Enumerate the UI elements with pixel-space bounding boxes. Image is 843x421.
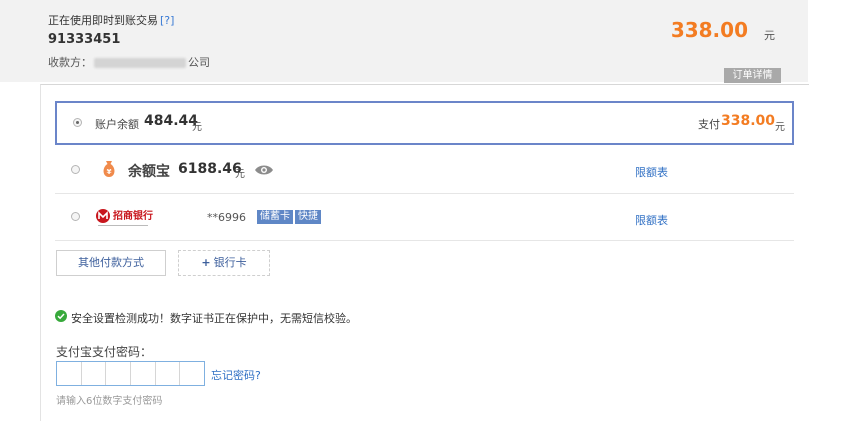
method-cmb-card[interactable]: 招商银行 **6996 储蓄卡 快捷 限额表 bbox=[55, 194, 794, 241]
pay-amount: 338.00 bbox=[720, 113, 775, 129]
pay-label: 支付 bbox=[698, 118, 720, 131]
yuebao-amount: 6188.46 bbox=[178, 161, 242, 177]
password-digit-cell[interactable] bbox=[180, 362, 204, 385]
order-amount: 338.00 bbox=[670, 18, 748, 42]
money-bag-icon: ¥ bbox=[103, 161, 115, 177]
payee-label: 收款方： bbox=[48, 56, 92, 69]
radio-account-balance[interactable] bbox=[73, 118, 82, 127]
order-header: 正在使用即时到账交易 [?] 91333451 收款方： 公司 338.00 元 订… bbox=[0, 0, 808, 83]
payee-name-redacted bbox=[94, 58, 186, 68]
debit-card-tag: 储蓄卡 bbox=[257, 210, 293, 224]
plus-icon: + bbox=[201, 256, 211, 269]
password-digit-cell[interactable] bbox=[131, 362, 156, 385]
yuebao-name: 余额宝 bbox=[128, 164, 170, 180]
payee: 收款方： 公司 bbox=[48, 54, 210, 70]
cmb-card-number: **6996 bbox=[207, 211, 246, 224]
account-balance-label: 账户余额 bbox=[95, 118, 139, 131]
other-payment-methods-button[interactable]: 其他付款方式 bbox=[56, 250, 166, 276]
account-balance-unit: 元 bbox=[192, 122, 202, 133]
quick-pay-tag: 快捷 bbox=[295, 210, 321, 224]
radio-cmb-card[interactable] bbox=[71, 212, 80, 221]
account-balance-amount: 484.44 bbox=[144, 113, 199, 129]
cmb-limit-link[interactable]: 限额表 bbox=[635, 212, 668, 228]
help-link[interactable]: [?] bbox=[160, 14, 174, 27]
cmb-logo-text: 招商银行 bbox=[113, 209, 153, 222]
svg-text:¥: ¥ bbox=[107, 168, 112, 176]
check-circle-icon bbox=[55, 310, 67, 322]
password-digit-cell[interactable] bbox=[57, 362, 82, 385]
transaction-mode: 正在使用即时到账交易 [?] bbox=[48, 12, 174, 28]
forgot-password-link[interactable]: 忘记密码? bbox=[211, 367, 261, 383]
password-label: 支付宝支付密码： bbox=[56, 345, 153, 359]
method-yuebao[interactable]: ¥ 余额宝 6188.46 元 限额表 bbox=[55, 146, 794, 194]
method-account-balance[interactable]: 账户余额 484.44 元 支付 338.00 元 bbox=[55, 101, 794, 145]
password-digit-cell[interactable] bbox=[156, 362, 181, 385]
order-number: 91333451 bbox=[48, 32, 121, 47]
password-digit-cell[interactable] bbox=[82, 362, 107, 385]
add-bank-card-label: 银行卡 bbox=[213, 256, 247, 269]
password-digit-cell[interactable] bbox=[106, 362, 132, 385]
order-currency: 元 bbox=[764, 29, 775, 42]
order-detail-tab[interactable]: 订单详情 bbox=[724, 68, 781, 83]
payee-suffix: 公司 bbox=[188, 56, 210, 69]
cmb-bank-logo: 招商银行 bbox=[96, 209, 153, 226]
password-input[interactable] bbox=[56, 361, 205, 386]
pay-unit: 元 bbox=[775, 122, 785, 133]
password-hint: 请输入6位数字支付密码 bbox=[56, 396, 163, 407]
yuebao-unit: 元 bbox=[235, 169, 245, 180]
add-bank-card-button[interactable]: + 银行卡 bbox=[178, 250, 270, 276]
transaction-mode-text: 正在使用即时到账交易 bbox=[48, 14, 158, 27]
radio-yuebao[interactable] bbox=[71, 164, 80, 174]
security-status-message: 安全设置检测成功！数字证书正在保护中，无需短信校验。 bbox=[71, 312, 357, 325]
eye-icon[interactable] bbox=[254, 164, 274, 176]
yuebao-limit-link[interactable]: 限额表 bbox=[635, 164, 668, 180]
